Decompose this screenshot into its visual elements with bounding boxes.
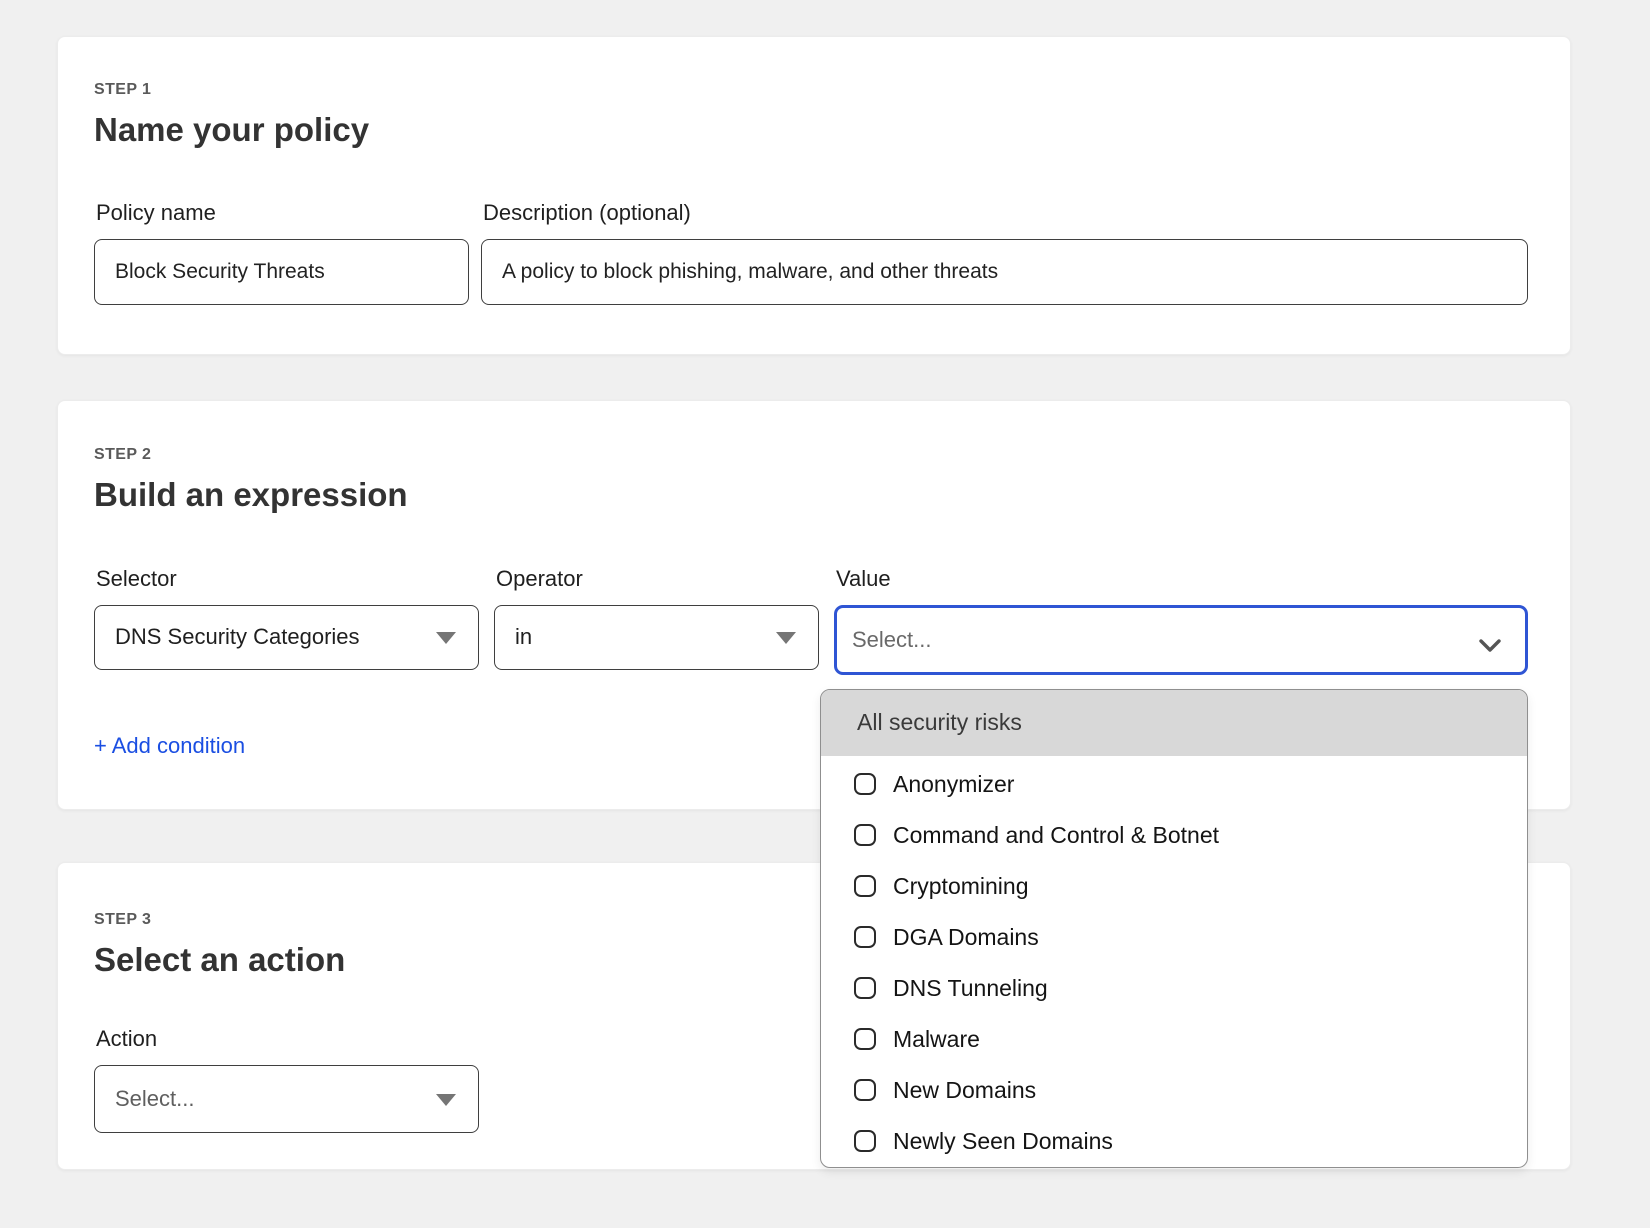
value-label: Value [834, 566, 1528, 592]
option-checkbox[interactable] [854, 1079, 876, 1101]
step2-card: STEP 2 Build an expression Selector DNS … [57, 400, 1571, 809]
value-dropdown-panel: All security risks Anonymizer Command an… [820, 689, 1528, 1168]
operator-select[interactable]: in [494, 605, 819, 670]
option-row-command-and-control-botnet[interactable]: Command and Control & Botnet [821, 810, 1527, 861]
option-label: Command and Control & Botnet [893, 822, 1219, 849]
step1-label: STEP 1 [94, 81, 1528, 99]
value-combobox[interactable]: Select... [834, 605, 1528, 675]
option-checkbox[interactable] [854, 926, 876, 948]
option-label: Anonymizer [893, 771, 1014, 798]
action-field-group: Action Select... [94, 1026, 479, 1133]
chevron-down-icon [1479, 633, 1501, 659]
option-label: DNS Tunneling [893, 975, 1048, 1002]
operator-field-group: Operator in [494, 566, 819, 675]
policy-builder-page: STEP 1 Name your policy Policy name Desc… [0, 0, 1650, 1170]
option-checkbox[interactable] [854, 1028, 876, 1050]
option-label: Cryptomining [893, 873, 1029, 900]
description-input[interactable] [481, 239, 1528, 305]
operator-label: Operator [494, 566, 819, 592]
description-field-group: Description (optional) [481, 200, 1528, 305]
option-checkbox[interactable] [854, 773, 876, 795]
value-combobox-wrap: Select... All security risks [834, 605, 1528, 675]
operator-selected-value: in [515, 624, 532, 650]
selector-selected-value: DNS Security Categories [115, 624, 360, 650]
add-condition-link[interactable]: + Add condition [94, 733, 245, 759]
step2-title: Build an expression [94, 474, 1528, 515]
action-label: Action [94, 1026, 479, 1052]
policy-name-label: Policy name [94, 200, 469, 226]
selector-select[interactable]: DNS Security Categories [94, 605, 479, 670]
option-checkbox[interactable] [854, 875, 876, 897]
step1-card: STEP 1 Name your policy Policy name Desc… [57, 36, 1571, 355]
policy-name-field-group: Policy name [94, 200, 469, 305]
option-checkbox[interactable] [854, 824, 876, 846]
option-label: Newly Seen Domains [893, 1128, 1113, 1155]
step1-title: Name your policy [94, 109, 1528, 150]
option-row-dns-tunneling[interactable]: DNS Tunneling [821, 963, 1527, 1014]
policy-name-input[interactable] [94, 239, 469, 305]
option-checkbox[interactable] [854, 1130, 876, 1152]
option-row-cryptomining[interactable]: Cryptomining [821, 861, 1527, 912]
step2-label: STEP 2 [94, 446, 1528, 464]
description-label: Description (optional) [481, 200, 1528, 226]
value-placeholder: Select... [852, 627, 931, 653]
dropdown-group-header: All security risks [821, 690, 1527, 756]
option-row-new-domains[interactable]: New Domains [821, 1065, 1527, 1116]
expression-row: Selector DNS Security Categories Operato… [94, 566, 1528, 675]
action-placeholder: Select... [115, 1086, 194, 1112]
option-row-dga-domains[interactable]: DGA Domains [821, 912, 1527, 963]
option-row-anonymizer[interactable]: Anonymizer [821, 759, 1527, 810]
selector-label: Selector [94, 566, 479, 592]
step1-fields-row: Policy name Description (optional) [94, 200, 1528, 305]
dropdown-arrow-icon [436, 632, 456, 644]
dropdown-arrow-icon [436, 1094, 456, 1106]
option-label: Malware [893, 1026, 980, 1053]
option-checkbox[interactable] [854, 977, 876, 999]
dropdown-arrow-icon [776, 632, 796, 644]
option-label: DGA Domains [893, 924, 1039, 951]
selector-field-group: Selector DNS Security Categories [94, 566, 479, 675]
option-row-newly-seen-domains[interactable]: Newly Seen Domains [821, 1116, 1527, 1167]
value-field-group: Value Select... All security risks [834, 566, 1528, 675]
action-select[interactable]: Select... [94, 1065, 479, 1133]
option-row-malware[interactable]: Malware [821, 1014, 1527, 1065]
dropdown-options-list: Anonymizer Command and Control & Botnet … [821, 756, 1527, 1167]
option-label: New Domains [893, 1077, 1036, 1104]
